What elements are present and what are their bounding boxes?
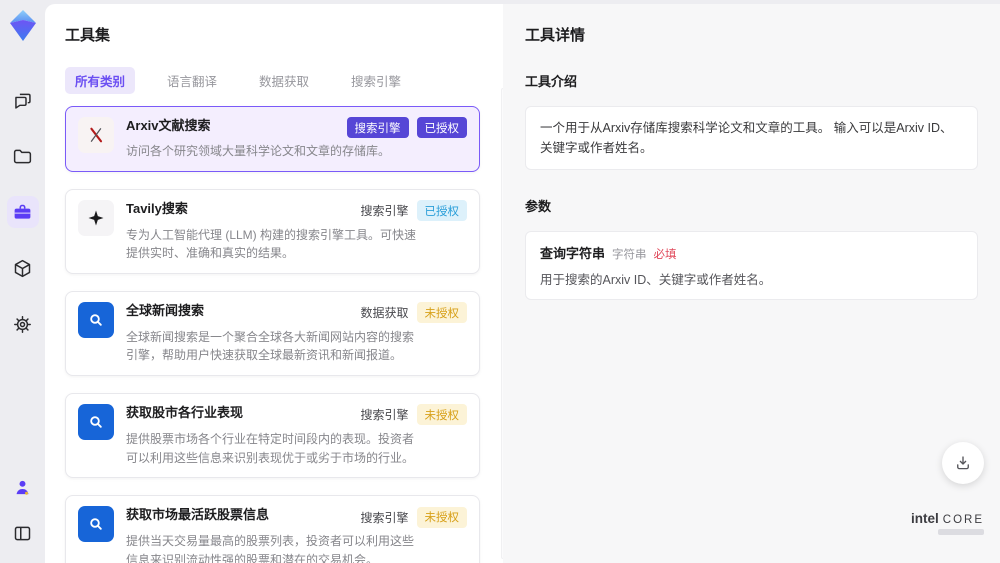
tab-data-fetch[interactable]: 数据获取 xyxy=(249,67,319,94)
sidebar-item-chat[interactable] xyxy=(7,84,39,116)
tab-language-translation[interactable]: 语言翻译 xyxy=(157,67,227,94)
category-badge: 搜索引擎 xyxy=(360,204,409,219)
category-badge: 搜索引擎 xyxy=(360,510,409,525)
chat-icon xyxy=(12,90,33,111)
blue-search-icon xyxy=(78,403,114,440)
tool-card-tavily[interactable]: Tavily搜索 搜索引擎 已授权 专为人工智能代理 (LLM) 构建的搜索引擎… xyxy=(65,188,480,274)
sidebar-item-tools[interactable] xyxy=(6,196,39,228)
tool-description: 全球新闻搜索是一个聚合全球各大新闻网站内容的搜索引擎，帮助用户快速获取全球最新资… xyxy=(126,329,415,363)
brand-subtext-blur xyxy=(938,529,984,535)
tool-name: Arxiv文献搜索 xyxy=(126,118,211,133)
toolbox-icon xyxy=(12,202,33,223)
page-title: 工具集 xyxy=(65,27,111,44)
arxiv-icon xyxy=(78,117,114,153)
tool-card-sector-performance[interactable]: 获取股市各行业表现 搜索引擎 未授权 提供股票市场各个行业在特定时间段内的表现。… xyxy=(65,392,480,479)
blue-search-icon xyxy=(78,506,114,543)
auth-badge: 已授权 xyxy=(416,117,467,138)
sidebar-item-panel-toggle[interactable] xyxy=(7,517,39,549)
auth-badge: 已授权 xyxy=(416,200,467,222)
sparkle-icon xyxy=(78,199,114,236)
tool-name: 全球新闻搜索 xyxy=(126,302,205,318)
tool-name: Tavily搜索 xyxy=(126,200,188,216)
category-badge: 数据获取 xyxy=(360,306,409,321)
folder-icon xyxy=(12,146,33,167)
intro-heading: 工具介绍 xyxy=(525,74,578,89)
auth-badge: 未授权 xyxy=(416,506,467,528)
app-logo-icon xyxy=(6,8,40,44)
tab-all-categories[interactable]: 所有类别 xyxy=(65,67,136,94)
tool-list-panel: 工具集 所有类别 语言翻译 数据获取 搜索引擎 Arxiv文献搜索 搜索引擎 已… xyxy=(65,4,511,563)
user-icon xyxy=(12,477,33,498)
params-heading: 参数 xyxy=(525,199,552,214)
tool-card-global-news[interactable]: 全球新闻搜索 数据获取 未授权 全球新闻搜索是一个聚合全球各大新闻网站内容的搜索… xyxy=(65,290,480,376)
gear-icon xyxy=(12,314,33,335)
detail-title: 工具详情 xyxy=(525,27,586,44)
sidebar-item-packages[interactable] xyxy=(7,252,39,284)
tool-name: 获取股市各行业表现 xyxy=(126,404,244,420)
brand-intel-text: intel xyxy=(911,511,939,526)
download-icon xyxy=(954,454,972,472)
download-button[interactable] xyxy=(942,442,984,484)
intel-core-logo: intel CORE xyxy=(911,511,984,535)
category-badge: 搜索引擎 xyxy=(346,117,409,138)
tool-description: 提供股票市场各个行业在特定时间段内的表现。投资者可以利用这些信息来识别表现优于或… xyxy=(126,431,415,465)
left-rail xyxy=(0,0,45,563)
param-name: 查询字符串 xyxy=(540,246,606,261)
tool-description: 专为人工智能代理 (LLM) 构建的搜索引擎工具。可快速提供实时、准确和真实的结… xyxy=(126,227,417,261)
category-tabs: 所有类别 语言翻译 数据获取 搜索引擎 xyxy=(65,67,505,94)
main-surface: 工具集 所有类别 语言翻译 数据获取 搜索引擎 Arxiv文献搜索 搜索引擎 已… xyxy=(45,4,1000,563)
tool-card-most-active-stocks[interactable]: 获取市场最活跃股票信息 搜索引擎 未授权 提供当天交易量最高的股票列表，投资者可… xyxy=(65,495,480,563)
intro-box: 一个用于从Arxiv存储库搜索科学论文和文章的工具。 输入可以是Arxiv ID… xyxy=(525,106,978,170)
tool-name: 获取市场最活跃股票信息 xyxy=(126,507,270,523)
auth-badge: 未授权 xyxy=(416,404,467,426)
tool-cards: Arxiv文献搜索 搜索引擎 已授权 访问各个研究领域大量科学论文和文章的存储库… xyxy=(65,106,480,563)
intro-text: 一个用于从Arxiv存储库搜索科学论文和文章的工具。 输入可以是Arxiv ID… xyxy=(540,121,953,155)
tool-detail-panel: 工具详情 工具介绍 一个用于从Arxiv存储库搜索科学论文和文章的工具。 输入可… xyxy=(503,4,1000,563)
panel-icon xyxy=(12,523,33,544)
category-badge: 搜索引擎 xyxy=(360,408,409,423)
sidebar-item-account[interactable] xyxy=(7,471,39,503)
param-type: 字符串 xyxy=(612,249,647,261)
param-description: 用于搜索的Arxiv ID、关键字或作者姓名。 xyxy=(540,273,772,287)
tool-card-arxiv[interactable]: Arxiv文献搜索 搜索引擎 已授权 访问各个研究领域大量科学论文和文章的存储库… xyxy=(65,106,480,172)
tool-description: 访问各个研究领域大量科学论文和文章的存储库。 xyxy=(126,144,391,158)
sidebar-item-files[interactable] xyxy=(7,140,39,172)
sidebar-item-settings[interactable] xyxy=(7,308,39,340)
brand-core-text: CORE xyxy=(942,514,984,526)
param-box: 查询字符串 字符串 必填 用于搜索的Arxiv ID、关键字或作者姓名。 xyxy=(525,231,978,300)
tool-description: 提供当天交易量最高的股票列表，投资者可以利用这些信息来识别流动性强的股票和潜在的… xyxy=(126,534,415,563)
tab-search-engine[interactable]: 搜索引擎 xyxy=(341,67,411,94)
blue-search-icon xyxy=(78,301,114,338)
param-required-badge: 必填 xyxy=(653,249,677,261)
cube-icon xyxy=(12,258,33,279)
auth-badge: 未授权 xyxy=(416,302,467,324)
